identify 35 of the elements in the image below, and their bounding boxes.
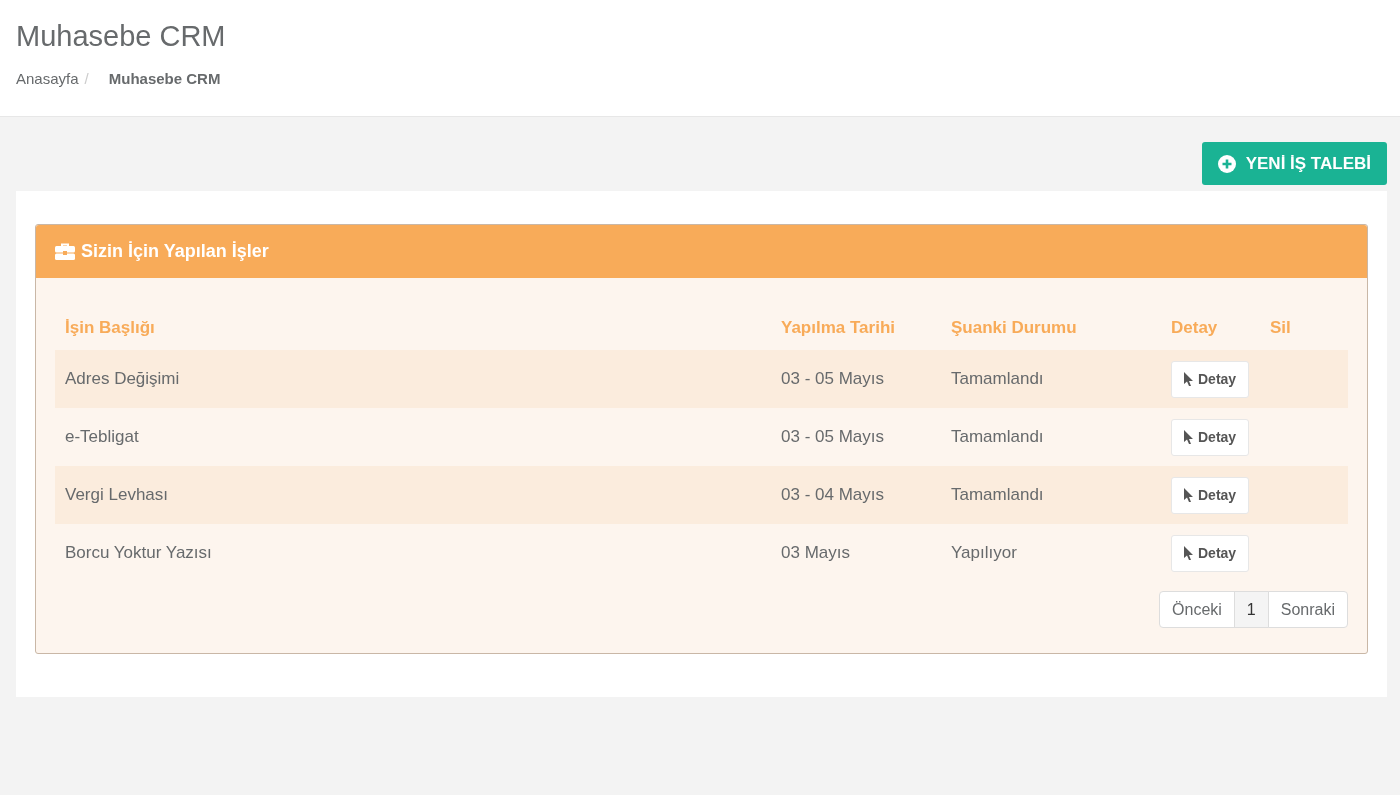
column-header: Detay bbox=[1170, 318, 1219, 338]
table-cell-text: 03 - 04 Mayıs bbox=[780, 485, 885, 505]
detail-button[interactable]: Detay bbox=[1171, 534, 1250, 572]
column-header: Yapılma Tarihi bbox=[780, 318, 896, 338]
column-header: Şuanki Durumu bbox=[950, 318, 1078, 338]
pagination-button[interactable]: Sonraki bbox=[1267, 591, 1348, 628]
table-cell-text: 03 Mayıs bbox=[780, 543, 851, 563]
cursor-icon bbox=[1184, 372, 1194, 386]
briefcase-icon bbox=[55, 243, 75, 260]
cursor-icon bbox=[1184, 488, 1194, 502]
table-cell-text: 03 - 05 Mayıs bbox=[780, 369, 885, 389]
detail-button[interactable]: Detay bbox=[1171, 418, 1250, 456]
pagination-button[interactable]: Önceki bbox=[1159, 591, 1235, 628]
breadcrumb-link[interactable]: Anasayfa bbox=[16, 70, 79, 87]
column-header: Sil bbox=[1269, 318, 1292, 338]
plus-circle-icon bbox=[1217, 154, 1236, 173]
panel-title: Sizin İçin Yapılan İşler bbox=[81, 241, 269, 262]
table-cell-text: Adres Değişimi bbox=[64, 369, 181, 389]
breadcrumb-current: Muhasebe CRM bbox=[108, 70, 221, 87]
cursor-icon bbox=[1184, 546, 1194, 560]
cursor-icon bbox=[1184, 430, 1194, 444]
breadcrumb-separator: / bbox=[84, 70, 89, 87]
table-cell-text: Vergi Levhası bbox=[64, 485, 169, 505]
table-cell-text: Tamamlandı bbox=[950, 485, 1045, 505]
detail-button[interactable]: Detay bbox=[1171, 476, 1250, 514]
table-cell-text: e-Tebligat bbox=[64, 427, 140, 447]
pagination-button[interactable]: 1 bbox=[1233, 591, 1269, 628]
column-header: İşin Başlığı bbox=[64, 318, 156, 338]
page-title: Muhasebe CRM bbox=[16, 20, 227, 53]
table-cell-text: Tamamlandı bbox=[950, 427, 1045, 447]
detail-button[interactable]: Detay bbox=[1171, 360, 1250, 398]
table-cell-text: Yapılıyor bbox=[950, 543, 1018, 563]
table-cell-text: Borcu Yoktur Yazısı bbox=[64, 543, 213, 563]
table-cell-text: 03 - 05 Mayıs bbox=[780, 427, 885, 447]
table-cell-text: Tamamlandı bbox=[950, 369, 1045, 389]
